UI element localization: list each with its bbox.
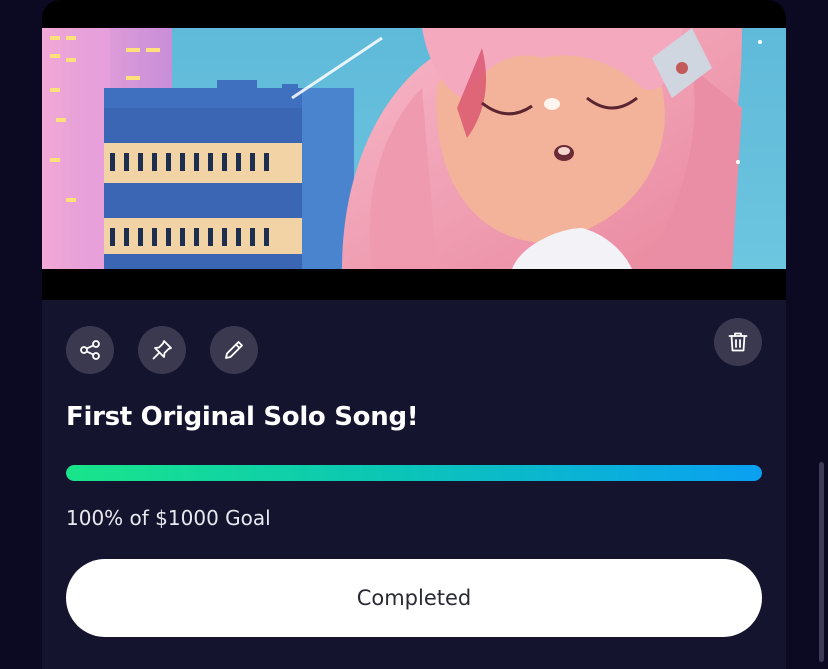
pin-icon (152, 340, 172, 360)
completed-button[interactable]: Completed (66, 559, 762, 637)
pin-button[interactable] (138, 326, 186, 374)
pencil-icon (225, 341, 243, 359)
goal-title: First Original Solo Song! (66, 402, 419, 432)
scrollbar[interactable] (819, 462, 824, 662)
edit-button[interactable] (210, 326, 258, 374)
goal-progress-text: 100% of $1000 Goal (66, 506, 271, 530)
goal-progress-bar (66, 465, 762, 481)
goal-banner-image (42, 28, 786, 269)
share-button[interactable] (66, 326, 114, 374)
goal-actions-bar (66, 318, 762, 374)
delete-button[interactable] (714, 318, 762, 366)
share-icon (80, 340, 100, 360)
trash-icon (728, 332, 748, 352)
goal-card: First Original Solo Song! 100% of $1000 … (42, 0, 786, 669)
goal-progress-fill (66, 465, 762, 481)
